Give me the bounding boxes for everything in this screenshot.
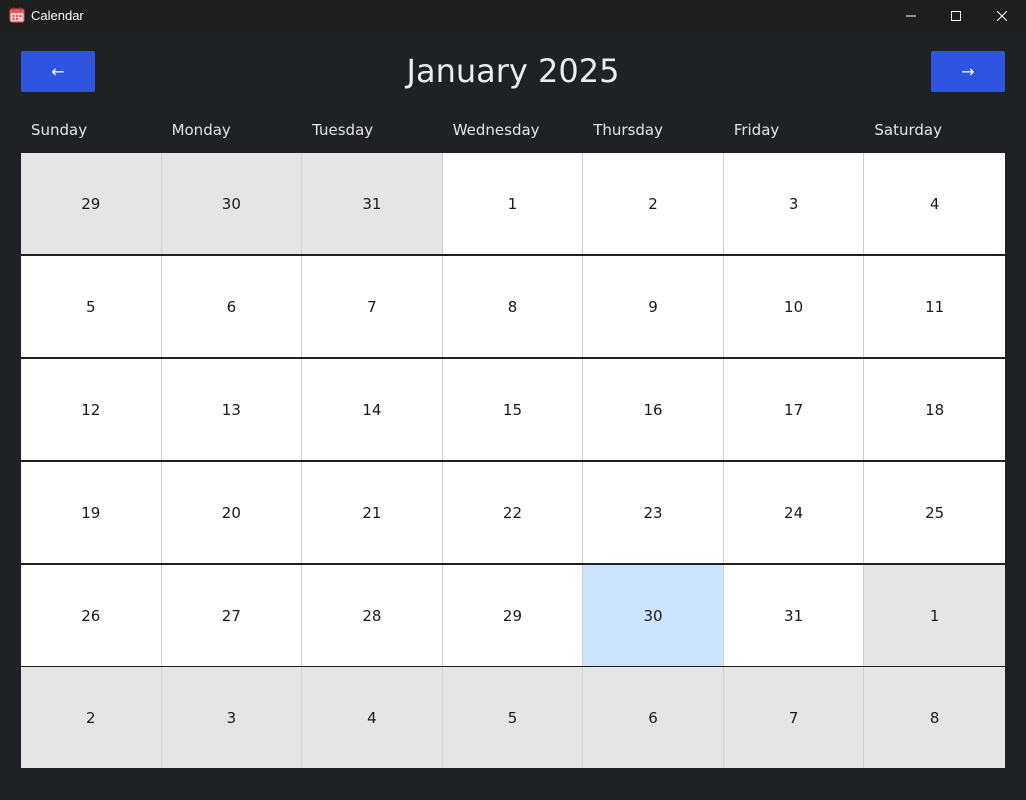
day-cell[interactable]: 18 <box>864 359 1005 460</box>
close-icon <box>997 10 1007 21</box>
day-cell[interactable]: 22 <box>442 462 584 563</box>
day-cell[interactable]: 9 <box>583 256 724 357</box>
calendar-grid: 29 30 31 1 2 3 4 5 6 7 8 9 10 11 12 13 14 15 16 17 18 19 20 21 2… <box>21 153 1005 768</box>
day-cell-today[interactable]: 30 <box>583 565 724 666</box>
day-cell[interactable]: 4 <box>864 153 1005 254</box>
day-cell[interactable]: 1 <box>442 153 584 254</box>
day-cell[interactable]: 8 <box>442 256 584 357</box>
minimize-button[interactable] <box>888 0 934 31</box>
next-month-button[interactable]: → <box>931 51 1005 92</box>
minimize-icon <box>906 11 916 21</box>
calendar-window: Calendar ← January 2025 → Sunday Monday … <box>0 0 1026 800</box>
day-cell[interactable]: 20 <box>161 462 303 563</box>
weekday-wednesday: Wednesday <box>452 121 540 139</box>
day-cell[interactable]: 4 <box>302 667 443 768</box>
day-cell[interactable]: 2 <box>583 153 724 254</box>
week-row: 5 6 7 8 9 10 11 <box>21 256 1005 357</box>
day-cell[interactable]: 10 <box>723 256 865 357</box>
weekday-sunday: Sunday <box>31 121 88 139</box>
maximize-button[interactable] <box>933 0 979 31</box>
day-cell[interactable]: 31 <box>723 565 865 666</box>
week-row: 2345678 <box>21 667 1005 768</box>
day-cell[interactable]: 30 <box>161 153 303 254</box>
weekday-monday: Monday <box>171 121 231 139</box>
day-cell[interactable]: 6 <box>161 256 303 357</box>
day-cell[interactable]: 23 <box>583 462 724 563</box>
day-cell[interactable]: 11 <box>864 256 1005 357</box>
day-cell[interactable]: 8 <box>864 667 1005 768</box>
day-cell[interactable]: 29 <box>21 153 162 254</box>
day-cell[interactable]: 5 <box>21 256 162 357</box>
weekday-friday: Friday <box>733 121 780 139</box>
day-cell[interactable]: 3 <box>161 667 303 768</box>
title-bar[interactable]: Calendar <box>0 0 1026 31</box>
weekday-saturday: Saturday <box>874 121 942 139</box>
day-cell[interactable]: 31 <box>302 153 443 254</box>
day-cell[interactable]: 6 <box>583 667 724 768</box>
day-cell[interactable]: 28 <box>302 565 443 666</box>
weekday-header: Sunday Monday Tuesday Wednesday Thursday… <box>21 121 1005 147</box>
week-row: 26 27 28 29 30 31 1 <box>21 565 1005 666</box>
day-cell[interactable]: 17 <box>723 359 865 460</box>
weekday-thursday: Thursday <box>593 121 663 139</box>
day-cell[interactable]: 2 <box>21 667 162 768</box>
day-cell[interactable]: 3 <box>723 153 865 254</box>
day-cell[interactable]: 26 <box>21 565 162 666</box>
maximize-icon <box>951 10 961 21</box>
day-cell[interactable]: 7 <box>302 256 443 357</box>
day-cell[interactable]: 12 <box>21 359 162 460</box>
day-cell[interactable]: 1 <box>864 565 1005 666</box>
month-title: January 2025 <box>406 52 620 90</box>
calendar-icon <box>9 7 25 23</box>
weekday-tuesday: Tuesday <box>312 121 374 139</box>
day-cell[interactable]: 16 <box>583 359 724 460</box>
week-row: 19 20 21 22 23 24 25 <box>21 462 1005 563</box>
day-cell[interactable]: 24 <box>723 462 865 563</box>
day-cell[interactable]: 13 <box>161 359 303 460</box>
day-cell[interactable]: 15 <box>442 359 584 460</box>
day-cell[interactable]: 21 <box>302 462 443 563</box>
day-cell[interactable]: 27 <box>161 565 303 666</box>
day-cell[interactable]: 14 <box>302 359 443 460</box>
window-title: Calendar <box>31 8 84 23</box>
close-button[interactable] <box>979 0 1025 31</box>
day-cell[interactable]: 7 <box>723 667 865 768</box>
day-cell[interactable]: 5 <box>442 667 584 768</box>
day-cell[interactable]: 29 <box>442 565 584 666</box>
week-row: 12 13 14 15 16 17 18 <box>21 359 1005 460</box>
day-cell[interactable]: 25 <box>864 462 1005 563</box>
week-row: 29 30 31 1 2 3 4 <box>21 153 1005 254</box>
day-cell[interactable]: 19 <box>21 462 162 563</box>
